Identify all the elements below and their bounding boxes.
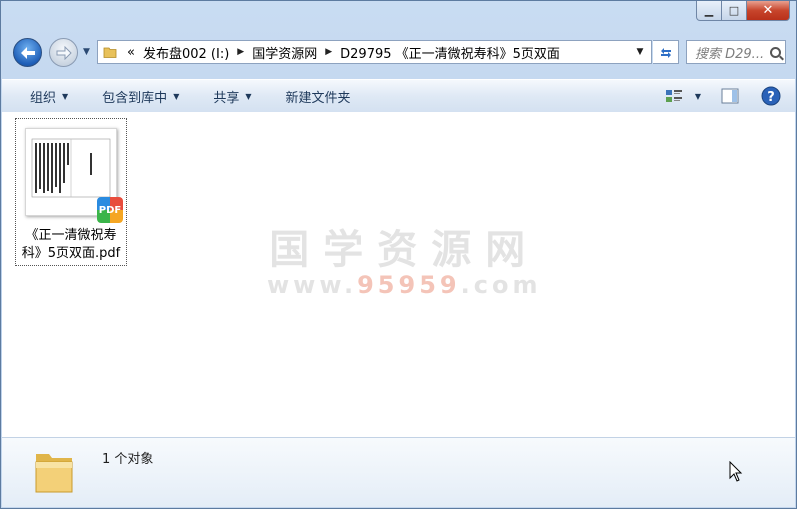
change-view-button[interactable]: ▼ bbox=[665, 89, 701, 103]
address-overflow[interactable]: « bbox=[127, 45, 135, 60]
watermark-url-suffix: .com bbox=[460, 271, 542, 299]
crumb-current[interactable]: D29795 《正一清微祝寿科》5页双面 bbox=[340, 43, 560, 62]
preview-pane-button[interactable] bbox=[721, 88, 739, 104]
mouse-cursor-icon bbox=[729, 461, 743, 482]
recent-pages-dropdown[interactable]: ▼ bbox=[83, 47, 90, 57]
pdf-icon: PDF bbox=[97, 197, 123, 223]
file-item[interactable]: PDF 《正一清微祝寿科》5页双面.pdf bbox=[15, 118, 127, 266]
maximize-button[interactable]: □ bbox=[722, 1, 747, 21]
include-library-label: 包含到库中 bbox=[102, 90, 168, 106]
forward-arrow-icon bbox=[56, 45, 72, 60]
forward-button[interactable] bbox=[49, 38, 78, 67]
back-arrow-icon bbox=[20, 46, 35, 59]
new-folder-button[interactable]: 新建文件夹 bbox=[286, 87, 351, 106]
search-placeholder: 搜索 D29... bbox=[695, 46, 765, 62]
minimize-button[interactable]: ▁ bbox=[696, 1, 722, 21]
folder-icon bbox=[35, 454, 73, 493]
watermark-url-prefix: www. bbox=[267, 271, 358, 299]
watermark-title: 国学资源网 bbox=[269, 226, 540, 273]
include-in-library-button[interactable]: 包含到库中 ▼ bbox=[102, 87, 179, 106]
new-folder-label: 新建文件夹 bbox=[285, 90, 351, 106]
search-icon bbox=[770, 46, 781, 58]
help-icon: ? bbox=[761, 86, 781, 106]
navigation-bar: ▼ « 发布盘002 (I:) ▶ 国学资源网 ▶ D29795 《正一清微祝寿… bbox=[11, 37, 786, 69]
chevron-down-icon: ▼ bbox=[62, 91, 69, 101]
organize-label: 组织 bbox=[30, 90, 57, 106]
chevron-down-icon: ▼ bbox=[173, 91, 180, 101]
folder-icon bbox=[103, 47, 117, 58]
close-button[interactable]: ✕ bbox=[747, 1, 790, 21]
watermark-url-number: 95959 bbox=[357, 271, 461, 299]
explorer-window: ▁ □ ✕ ▼ « 发布盘002 (I:) ▶ 国学资源网 ▶ D29795 《… bbox=[0, 0, 797, 509]
watermark-url: www.95959.com bbox=[267, 271, 541, 299]
item-count: 1 个对象 bbox=[102, 452, 154, 467]
address-bar[interactable]: « 发布盘002 (I:) ▶ 国学资源网 ▶ D29795 《正一清微祝寿科》… bbox=[97, 40, 652, 64]
refresh-icon bbox=[660, 48, 671, 58]
chevron-down-icon[interactable]: ▼ bbox=[695, 92, 701, 101]
view-options-icon bbox=[665, 90, 682, 102]
search-box[interactable]: 搜索 D29... bbox=[686, 40, 786, 64]
view-controls: ▼ ? bbox=[665, 80, 795, 112]
caption-buttons: ▁ □ ✕ bbox=[696, 1, 790, 21]
file-name[interactable]: 《正一清微祝寿科》5页双面.pdf bbox=[17, 227, 125, 263]
back-button[interactable] bbox=[13, 38, 42, 67]
help-button[interactable]: ? bbox=[761, 86, 781, 106]
chevron-down-icon: ▼ bbox=[245, 91, 252, 101]
crumb-folder[interactable]: 国学资源网 bbox=[252, 43, 317, 62]
watermark: 国学资源网 www.95959.com bbox=[267, 217, 541, 299]
details-pane: 1 个对象 bbox=[2, 437, 795, 507]
address-dropdown-icon[interactable]: ▼ bbox=[629, 41, 651, 63]
chevron-right-icon[interactable]: ▶ bbox=[325, 47, 332, 57]
file-list-pane[interactable]: 国学资源网 www.95959.com PDF 《正一清微祝寿科》5页双面.pd… bbox=[2, 112, 795, 437]
crumb-drive[interactable]: 发布盘002 (I:) bbox=[143, 43, 229, 62]
svg-text:?: ? bbox=[767, 90, 775, 105]
command-bar: 组织 ▼ 包含到库中 ▼ 共享 ▼ 新建文件夹 ▼ ? bbox=[2, 79, 795, 113]
preview-pane-icon bbox=[721, 88, 739, 104]
refresh-button[interactable] bbox=[653, 40, 679, 64]
chevron-right-icon[interactable]: ▶ bbox=[237, 47, 244, 57]
organize-button[interactable]: 组织 ▼ bbox=[30, 87, 68, 106]
share-button[interactable]: 共享 ▼ bbox=[213, 87, 251, 106]
share-label: 共享 bbox=[213, 90, 240, 106]
